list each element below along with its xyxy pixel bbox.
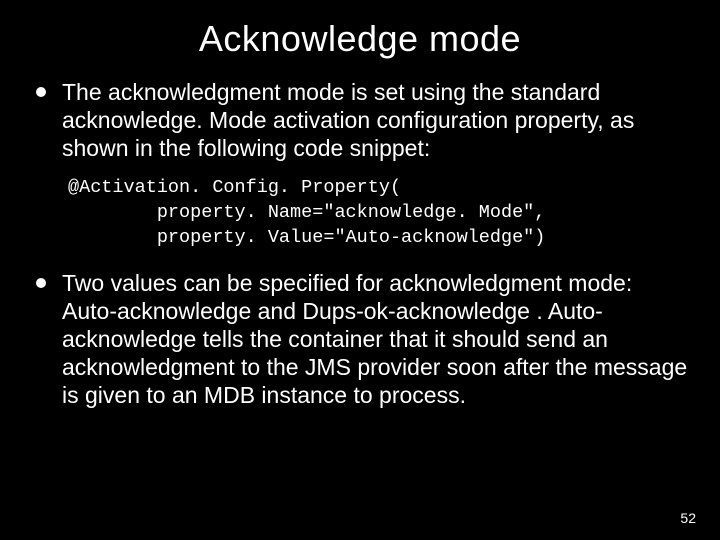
page-number: 52	[680, 510, 696, 526]
bullet-list-1: The acknowledgment mode is set using the…	[30, 78, 690, 162]
code-line-1: @Activation. Config. Property(	[68, 177, 401, 198]
bullet-list-2: Two values can be specified for acknowle…	[30, 269, 690, 409]
slide: Acknowledge mode The acknowledgment mode…	[0, 0, 720, 540]
bullet-item-1: The acknowledgment mode is set using the…	[30, 78, 690, 162]
code-line-2: property. Name="acknowledge. Mode",	[68, 202, 545, 223]
slide-title: Acknowledge mode	[30, 18, 690, 60]
bullet-item-2: Two values can be specified for acknowle…	[30, 269, 690, 409]
code-line-3: property. Value="Auto-acknowledge")	[68, 227, 545, 248]
code-snippet: @Activation. Config. Property( property.…	[68, 176, 690, 251]
